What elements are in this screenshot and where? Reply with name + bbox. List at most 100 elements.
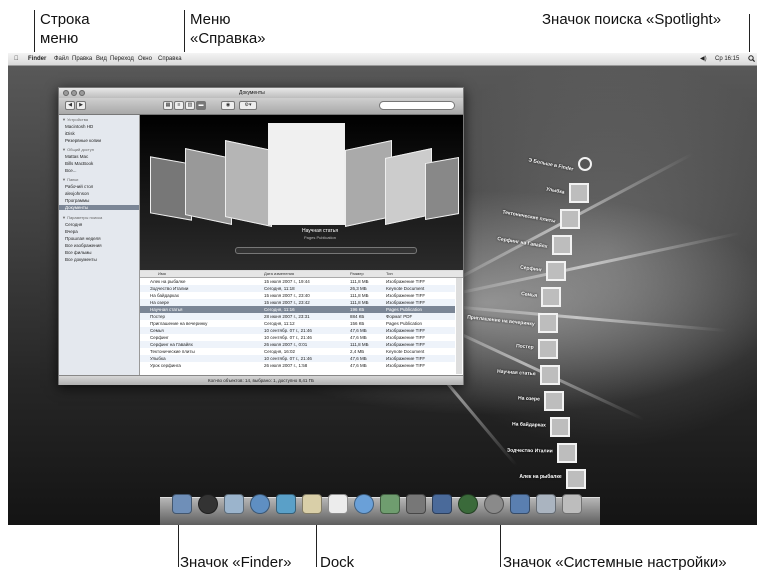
trash-icon[interactable] <box>562 494 582 514</box>
view-coverflow-button[interactable]: ▬ <box>196 101 206 110</box>
stack-item-label[interactable]: Серфинг на Гавайях <box>497 236 548 250</box>
column-size[interactable]: Размер <box>350 271 364 277</box>
cover-item-selected[interactable] <box>268 123 345 225</box>
volume-icon[interactable]: ◀) <box>700 53 707 65</box>
stack-item-icon[interactable] <box>545 261 566 281</box>
list-row[interactable]: Серфинг 10 сентябр. 07 г., 21:46 47,6 МБ Из… <box>140 334 455 341</box>
stack-item-label[interactable]: Серфинг <box>519 264 542 273</box>
sidebar-item-backup[interactable]: Резервные копии <box>65 138 101 143</box>
sidebar-item-idisk[interactable]: iDisk <box>65 131 75 136</box>
close-button[interactable] <box>63 90 69 96</box>
sidebar-item-yesterday[interactable]: Вчера <box>65 229 78 234</box>
menu-file[interactable]: Файл <box>54 53 69 65</box>
cover-item[interactable] <box>425 157 459 220</box>
column-kind[interactable]: Тип <box>386 271 393 277</box>
back-button[interactable]: ◀ <box>65 101 75 110</box>
ichat-icon[interactable] <box>276 494 296 514</box>
menu-edit[interactable]: Правка <box>72 53 92 65</box>
sidebar-item-all[interactable]: Все... <box>65 168 77 173</box>
sidebar-item-all-images[interactable]: Все изображения <box>65 243 102 248</box>
sidebar-item-all-documents[interactable]: Все документы <box>65 257 97 262</box>
menu-go[interactable]: Переход <box>110 53 134 65</box>
spaces-icon[interactable] <box>432 494 452 514</box>
documents-stack-icon[interactable] <box>536 494 556 514</box>
imovie-icon[interactable] <box>406 494 426 514</box>
list-row[interactable]: Урок серфинга 26 июля 2007 г., 1:58 47,6 М… <box>140 362 455 369</box>
view-columns-button[interactable]: ▥ <box>185 101 195 110</box>
iphoto-icon[interactable] <box>380 494 400 514</box>
sidebar-item-all-movies[interactable]: Все фильмы <box>65 250 92 255</box>
stack-item-icon[interactable] <box>539 365 560 385</box>
cover-flow[interactable]: Научная статья Pages Publication <box>140 115 463 270</box>
stack-item-icon[interactable] <box>543 391 564 411</box>
dashboard-icon[interactable] <box>198 494 218 514</box>
stack-item-label[interactable]: Алек на рыбалке <box>519 474 561 480</box>
itunes-icon[interactable] <box>354 494 374 514</box>
view-list-button[interactable]: ≡ <box>174 101 184 110</box>
stack-item-icon[interactable] <box>559 209 580 229</box>
list-row[interactable]: Научная статья Сегодня, 11:16 196 КБ Pages … <box>140 306 455 313</box>
mail-icon[interactable] <box>224 494 244 514</box>
sidebar-item-home[interactable]: alexjohnson <box>65 191 89 196</box>
finder-icon[interactable] <box>172 494 192 514</box>
stack-item-icon[interactable] <box>549 417 570 437</box>
sidebar-item-applications[interactable]: Программы <box>65 198 89 203</box>
quicklook-button[interactable]: ◉ <box>221 101 235 110</box>
sidebar-item-desktop[interactable]: Рабочий стол <box>65 184 93 189</box>
list-row[interactable]: Улыбка 10 сентябр. 07 г., 21:46 47,6 МБ Изо… <box>140 355 455 362</box>
stack-item-label[interactable]: Семья <box>521 291 538 299</box>
action-menu-button[interactable]: ⚙▾ <box>239 101 257 110</box>
view-icons-button[interactable]: ▦ <box>163 101 173 110</box>
stack-item-icon[interactable] <box>538 339 559 359</box>
time-machine-icon[interactable] <box>458 494 478 514</box>
sidebar-item-documents[interactable]: Документы <box>59 205 139 210</box>
cover-item[interactable] <box>225 140 272 227</box>
downloads-stack-icon[interactable] <box>510 494 530 514</box>
list-row[interactable]: На озере 15 июля 2007 г., 23:42 111,8 МБ Из… <box>140 299 455 306</box>
search-field[interactable] <box>379 101 455 110</box>
list-row[interactable]: Зодчество Италии Сегодня, 11:18 26,3 МБ Key… <box>140 285 455 292</box>
menu-view[interactable]: Вид <box>96 53 107 65</box>
stack-item-label[interactable]: Научная статья <box>497 369 536 378</box>
menu-window[interactable]: Окно <box>138 53 152 65</box>
stack-item-label[interactable]: Постер <box>516 343 534 351</box>
spotlight-search-icon[interactable] <box>748 55 756 67</box>
minimize-button[interactable] <box>71 90 77 96</box>
stack-item-label[interactable]: Приглашение на вечеринку <box>467 314 535 327</box>
stack-item-label[interactable]: На байдарках <box>512 421 546 428</box>
address-book-icon[interactable] <box>302 494 322 514</box>
stack-item-label[interactable]: Э Больше в Finder <box>528 157 574 172</box>
sidebar-item-mattas-mac[interactable]: Mattas Mac <box>65 154 88 159</box>
list-row[interactable]: Серфинг на Гавайях 26 июля 2007 г., 0:01 1… <box>140 341 455 348</box>
stack-item-icon[interactable] <box>552 235 573 255</box>
list-scrollbar[interactable] <box>456 278 462 374</box>
safari-icon[interactable] <box>250 494 270 514</box>
ical-icon[interactable] <box>328 494 348 514</box>
more-in-finder-icon[interactable] <box>578 157 592 171</box>
stack-item-label[interactable]: На озере <box>518 395 540 402</box>
stack-item-icon[interactable] <box>568 183 589 203</box>
stack-item-label[interactable]: Зодчество Италии <box>507 448 553 455</box>
list-row[interactable]: Семья 10 сентябр. 07 г., 21:46 47,6 МБ Изоб… <box>140 327 455 334</box>
list-row[interactable]: Приглашение на вечеринку Сегодня, 11:12 15… <box>140 320 455 327</box>
coverflow-scrollbar[interactable] <box>235 247 417 254</box>
sidebar-item-bills-macbook[interactable]: Bills MacBook <box>65 161 93 166</box>
stack-item-label[interactable]: Тектонические плиты <box>502 209 556 224</box>
list-row[interactable]: На байдарках 15 июля 2007 г., 23:40 111,8 … <box>140 292 455 299</box>
system-preferences-icon[interactable] <box>484 494 504 514</box>
menu-help[interactable]: Справка <box>158 53 182 65</box>
column-date[interactable]: Дата изменения <box>264 271 294 277</box>
sidebar-item-macintosh-hd[interactable]: Macintosh HD <box>65 124 93 129</box>
forward-button[interactable]: ▶ <box>76 101 86 110</box>
window-titlebar[interactable]: Документы <box>59 88 463 98</box>
stack-item-icon[interactable] <box>538 313 559 333</box>
stack-item-icon[interactable] <box>565 469 586 489</box>
menu-finder[interactable]: Finder <box>28 53 46 65</box>
stack-item-icon[interactable] <box>541 287 562 307</box>
column-name[interactable]: Имя <box>158 271 166 277</box>
list-row[interactable]: Постер 28 июня 2007 г., 23:31 884 КБ Формат… <box>140 313 455 320</box>
sidebar-item-past-week[interactable]: Прошлая неделя <box>65 236 101 241</box>
apple-menu-icon[interactable]:  <box>14 53 19 65</box>
sidebar-item-today[interactable]: Сегодня <box>65 222 82 227</box>
stack-item-label[interactable]: Улыбка <box>546 186 565 195</box>
